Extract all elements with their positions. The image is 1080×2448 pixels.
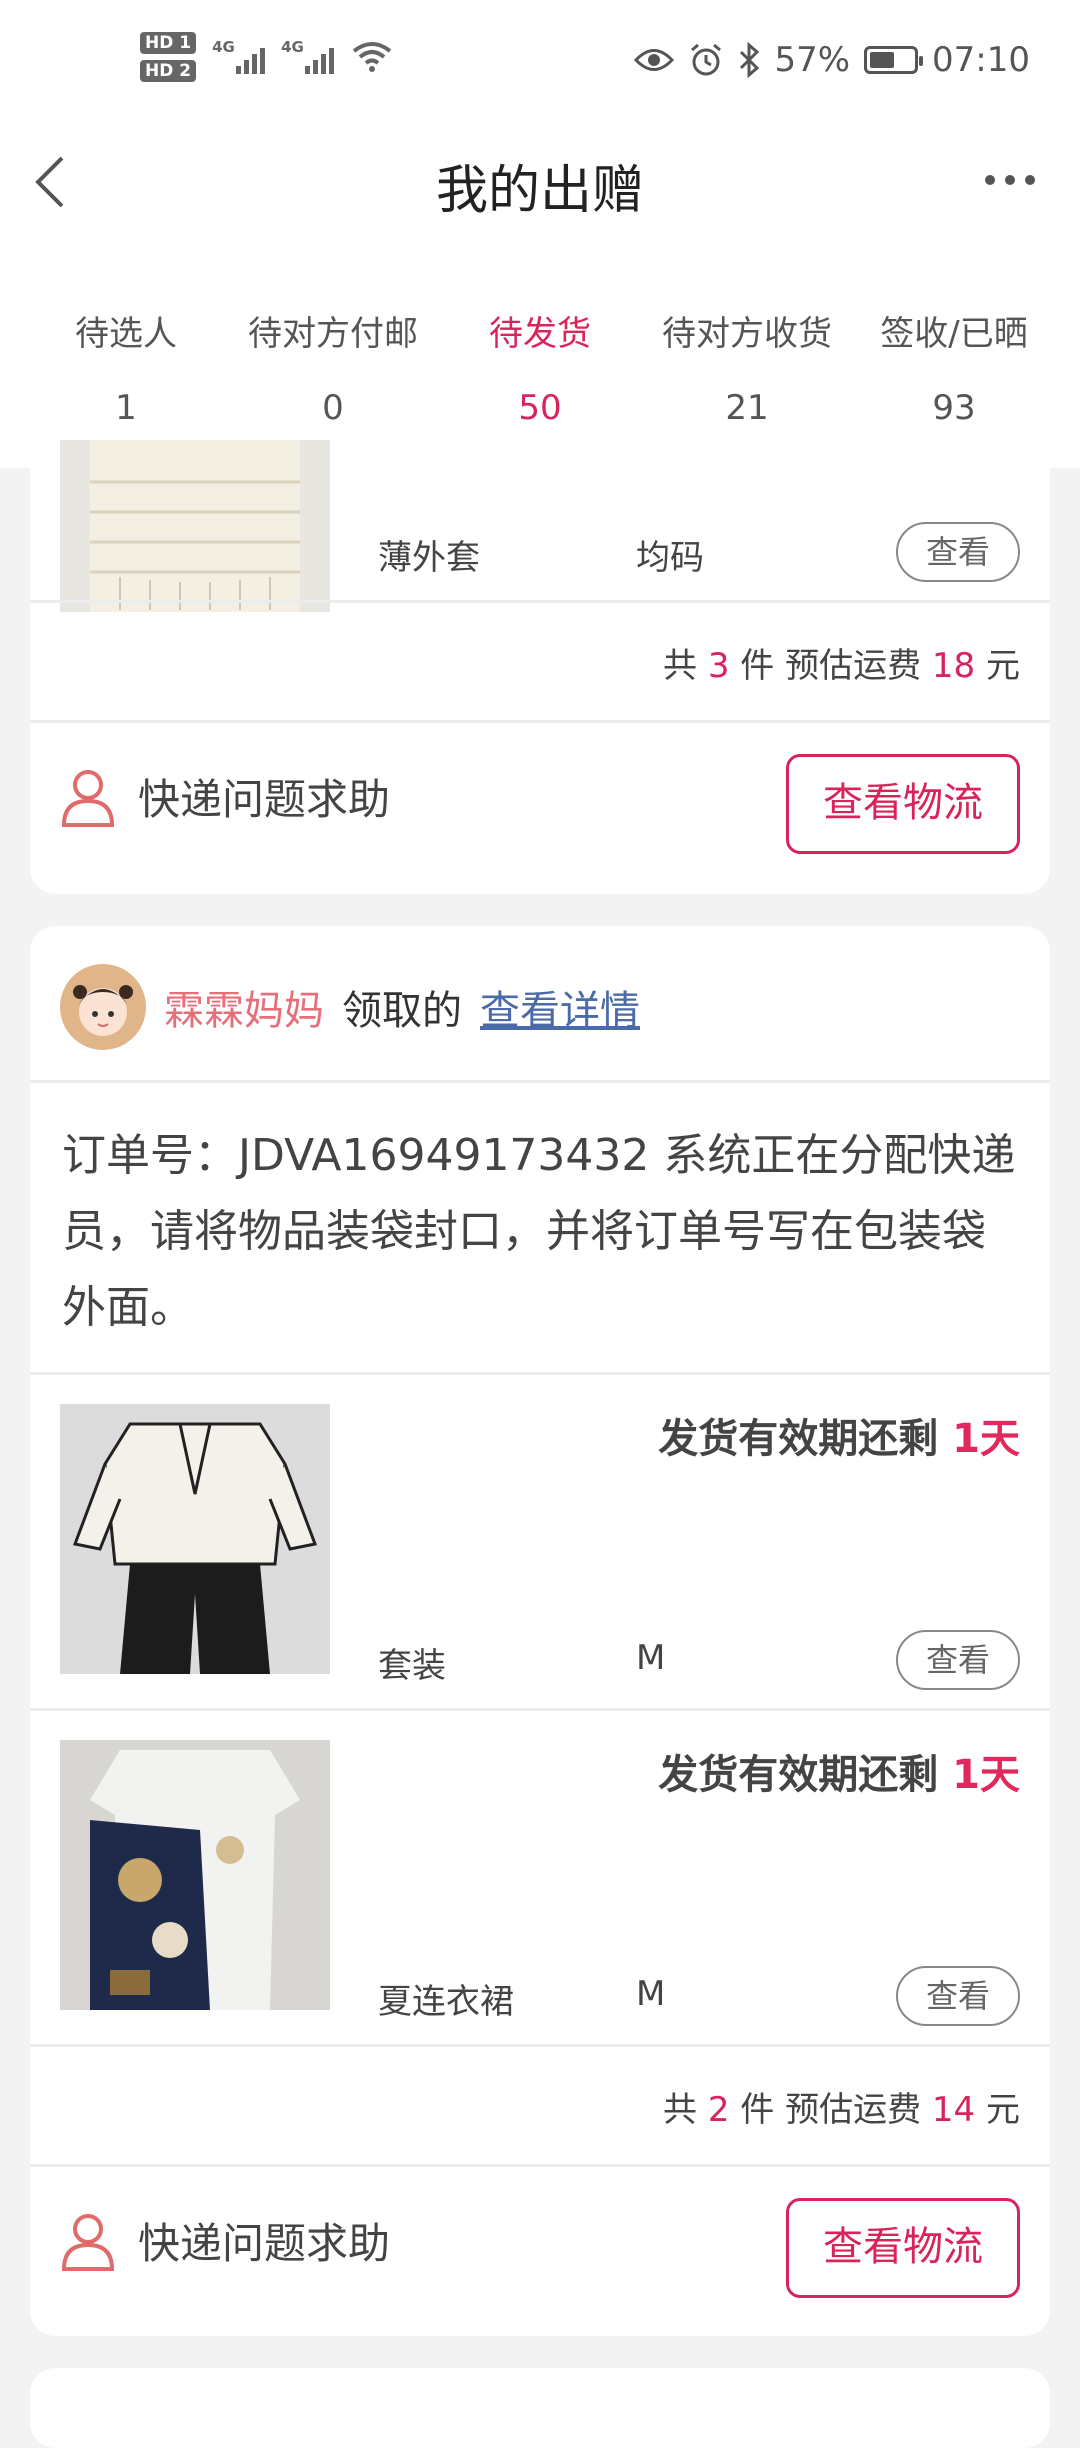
deadline-value: 1天 [952,1416,1020,1462]
product-size: M [636,1638,666,1678]
divider [30,1080,1050,1083]
network1-label: 4G [212,38,235,56]
order-instructions: 订单号：JDVA16949173432 系统正在分配快递员，请将物品装袋封口，并… [62,1130,1016,1333]
person-icon [61,2213,115,2271]
product-name: 薄外套 [378,538,480,578]
status-left: HD 1 HD 2 4G 4G [140,32,392,82]
view-item-button[interactable]: 查看 [896,1966,1020,2026]
ship-deadline: 发货有效期还剩 1天 [658,1742,1020,1800]
summary-prefix: 共 [663,2090,698,2130]
summary-mid: 件 预估运费 [740,646,922,686]
product-image[interactable] [60,440,330,612]
page-title: 我的出赠 [435,161,644,221]
tab-pending-receive[interactable]: 待对方收货 21 [639,240,855,468]
tab-label: 签收/已晒 [880,314,1028,354]
order-card [30,2368,1050,2448]
battery-percent: 57% [774,40,851,80]
avatar[interactable] [60,964,146,1050]
divider [30,1372,1050,1375]
divider [30,2044,1050,2047]
battery-fill [870,52,895,68]
view-item-button[interactable]: 查看 [896,522,1020,582]
divider [30,720,1050,723]
help-label: 快递问题求助 [138,2219,391,2268]
status-right: 57% 07:10 [634,40,1030,80]
battery-icon [864,46,924,74]
deadline-value: 1天 [952,1752,1020,1798]
shipping-fee: 18 [931,646,976,686]
tab-pending-select[interactable]: 待选人 1 [18,240,234,468]
product-size: M [636,1974,666,2014]
product-name: 套装 [378,1646,446,1686]
order-summary: 共 3 件 预估运费 18 元 [663,638,1020,687]
title-bar: 我的出赠 [0,120,1080,240]
wifi-icon [352,42,392,72]
clock: 07:10 [932,40,1030,80]
tab-count: 21 [725,388,769,428]
recipient-line: 霖霖妈妈 领取的 查看详情 [60,964,640,1050]
status-bar: HD 1 HD 2 4G 4G 57% 07:10 [0,0,1080,120]
recipient-name[interactable]: 霖霖妈妈 [164,978,324,1036]
deadline-label: 发货有效期还剩 [658,1752,939,1798]
item-count: 3 [707,646,730,686]
tab-label: 待选人 [75,314,177,354]
divider [30,600,1050,603]
sim2-badge: HD 2 [140,60,197,82]
tab-pending-postage[interactable]: 待对方付邮 0 [225,240,441,468]
signal-1-icon: 4G [212,38,266,74]
signal-2-icon: 4G [281,38,335,74]
delivery-help[interactable]: 快递问题求助 [60,766,390,827]
divider [30,2164,1050,2167]
tab-count: 50 [518,388,562,428]
person-icon [61,769,115,827]
order-card: 霖霖妈妈 领取的 查看详情 订单号：JDVA16949173432 系统正在分配… [30,926,1050,2336]
summary-unit: 元 [986,2090,1020,2130]
alarm-icon [691,43,722,76]
product-name: 夏连衣裙 [378,1982,514,2022]
product-image[interactable] [60,1404,330,1674]
tab-pending-ship[interactable]: 待发货 50 [432,240,648,468]
sim1-badge: HD 1 [140,32,197,54]
help-label: 快递问题求助 [138,775,391,824]
deadline-label: 发货有效期还剩 [658,1416,939,1462]
tab-label: 待对方收货 [662,314,832,354]
view-logistics-button[interactable]: 查看物流 [786,754,1020,854]
summary-prefix: 共 [663,646,698,686]
tab-count: 93 [932,388,976,428]
tab-label: 待发货 [489,314,591,354]
eye-icon [634,49,675,71]
view-logistics-button[interactable]: 查看物流 [786,2198,1020,2298]
divider [30,1708,1050,1711]
tab-count: 0 [322,388,344,428]
ship-deadline: 发货有效期还剩 1天 [658,1406,1020,1464]
order-summary: 共 2 件 预估运费 14 元 [663,2082,1020,2131]
sim-indicators: HD 1 HD 2 [140,32,197,82]
product-size: 均码 [636,538,704,578]
tab-count: 1 [115,388,137,428]
claim-text: 领取的 [342,988,462,1034]
shipping-fee: 14 [931,2090,976,2130]
bluetooth-icon [740,42,760,78]
order-card: 薄外套 均码 查看 共 3 件 预估运费 18 元 快递问题求助 查看物流 [30,440,1050,894]
tab-signed[interactable]: 签收/已晒 93 [846,240,1062,468]
network2-label: 4G [281,38,304,56]
status-tabs: 待选人 1 待对方付邮 0 待发货 50 待对方收货 21 签收/已晒 93 [0,240,1080,468]
view-item-button[interactable]: 查看 [896,1630,1020,1690]
product-image[interactable] [60,1740,330,2010]
tab-label: 待对方付邮 [248,314,418,354]
more-options-icon[interactable] [980,165,1040,195]
summary-mid: 件 预估运费 [740,2090,922,2130]
summary-unit: 元 [986,646,1020,686]
view-detail-link[interactable]: 查看详情 [480,978,640,1036]
item-count: 2 [707,2090,730,2130]
delivery-help[interactable]: 快递问题求助 [60,2210,390,2271]
